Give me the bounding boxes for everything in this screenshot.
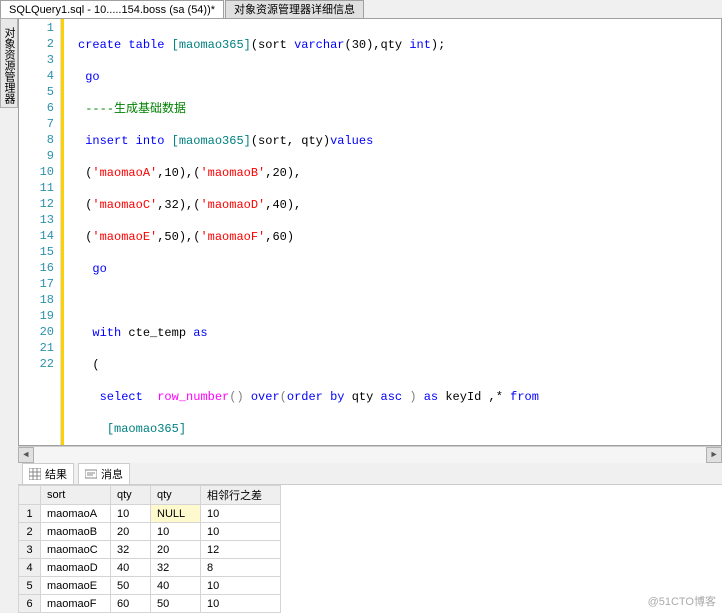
- tab-messages[interactable]: 消息: [78, 463, 130, 485]
- scroll-right-icon[interactable]: ►: [706, 447, 722, 463]
- table-header-row: sort qty qty 相邻行之差: [19, 486, 281, 505]
- watermark: @51CTO博客: [648, 593, 716, 609]
- tab-object-explorer-details[interactable]: 对象资源管理器详细信息: [225, 0, 364, 18]
- code-content[interactable]: create table [maomao365](sort varchar(30…: [64, 19, 721, 445]
- line-number-gutter: 12345678910111213141516171819202122: [19, 19, 61, 445]
- messages-icon: [85, 468, 97, 480]
- table-row[interactable]: 2maomaoB201010: [19, 523, 281, 541]
- object-explorer-sidebar[interactable]: 对象资源管理器: [0, 18, 18, 108]
- results-grid[interactable]: sort qty qty 相邻行之差 1maomaoA10NULL10 2mao…: [18, 484, 722, 613]
- results-grid-icon: [29, 468, 41, 480]
- editor-tabs: SQLQuery1.sql - 10.....154.boss (sa (54)…: [0, 0, 722, 18]
- table-row[interactable]: 3maomaoC322012: [19, 541, 281, 559]
- tab-sqlquery[interactable]: SQLQuery1.sql - 10.....154.boss (sa (54)…: [0, 0, 224, 18]
- table-row[interactable]: 4maomaoD40328: [19, 559, 281, 577]
- results-pane-tabs: 结果 消息: [18, 462, 722, 484]
- horizontal-scrollbar[interactable]: ◄ ►: [18, 446, 722, 462]
- scroll-left-icon[interactable]: ◄: [18, 447, 34, 463]
- table-row[interactable]: 5maomaoE504010: [19, 577, 281, 595]
- table-row[interactable]: 1maomaoA10NULL10: [19, 505, 281, 523]
- table-row[interactable]: 6maomaoF605010: [19, 595, 281, 613]
- code-editor[interactable]: 12345678910111213141516171819202122 crea…: [18, 18, 722, 446]
- tab-results[interactable]: 结果: [22, 463, 74, 485]
